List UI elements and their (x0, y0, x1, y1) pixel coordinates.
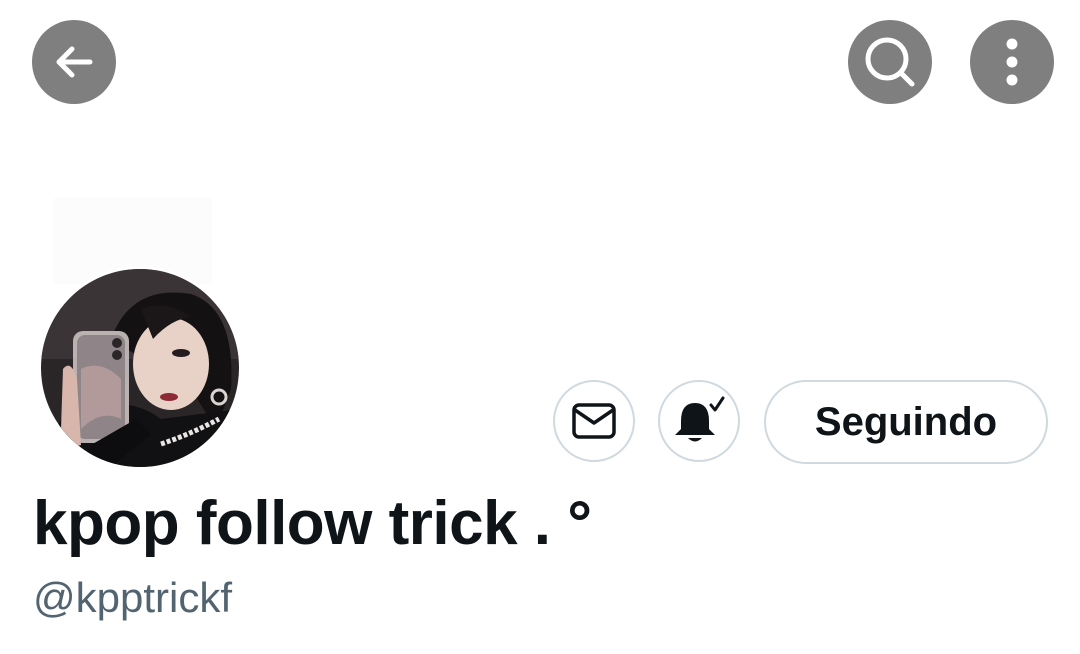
username-handle: @kpptrickf (33, 574, 233, 621)
following-button[interactable]: Seguindo (764, 380, 1048, 464)
profile-photo (41, 269, 239, 467)
display-name: kpop follow trick . ° (33, 489, 592, 558)
arrow-left-icon (56, 46, 93, 78)
search-button[interactable] (848, 20, 932, 104)
envelope-icon (572, 403, 616, 439)
avatar[interactable] (38, 266, 242, 470)
more-options-button[interactable] (970, 20, 1054, 104)
message-button[interactable] (553, 380, 635, 462)
back-button[interactable] (32, 20, 116, 104)
bell-check-icon (675, 396, 725, 442)
following-label: Seguindo (814, 399, 998, 444)
more-vertical-icon (1006, 38, 1018, 86)
notifications-button[interactable] (658, 380, 740, 462)
profile-page: Seguindo kpop follow trick . ° @kpptrick… (0, 0, 1080, 654)
search-icon (865, 37, 915, 87)
